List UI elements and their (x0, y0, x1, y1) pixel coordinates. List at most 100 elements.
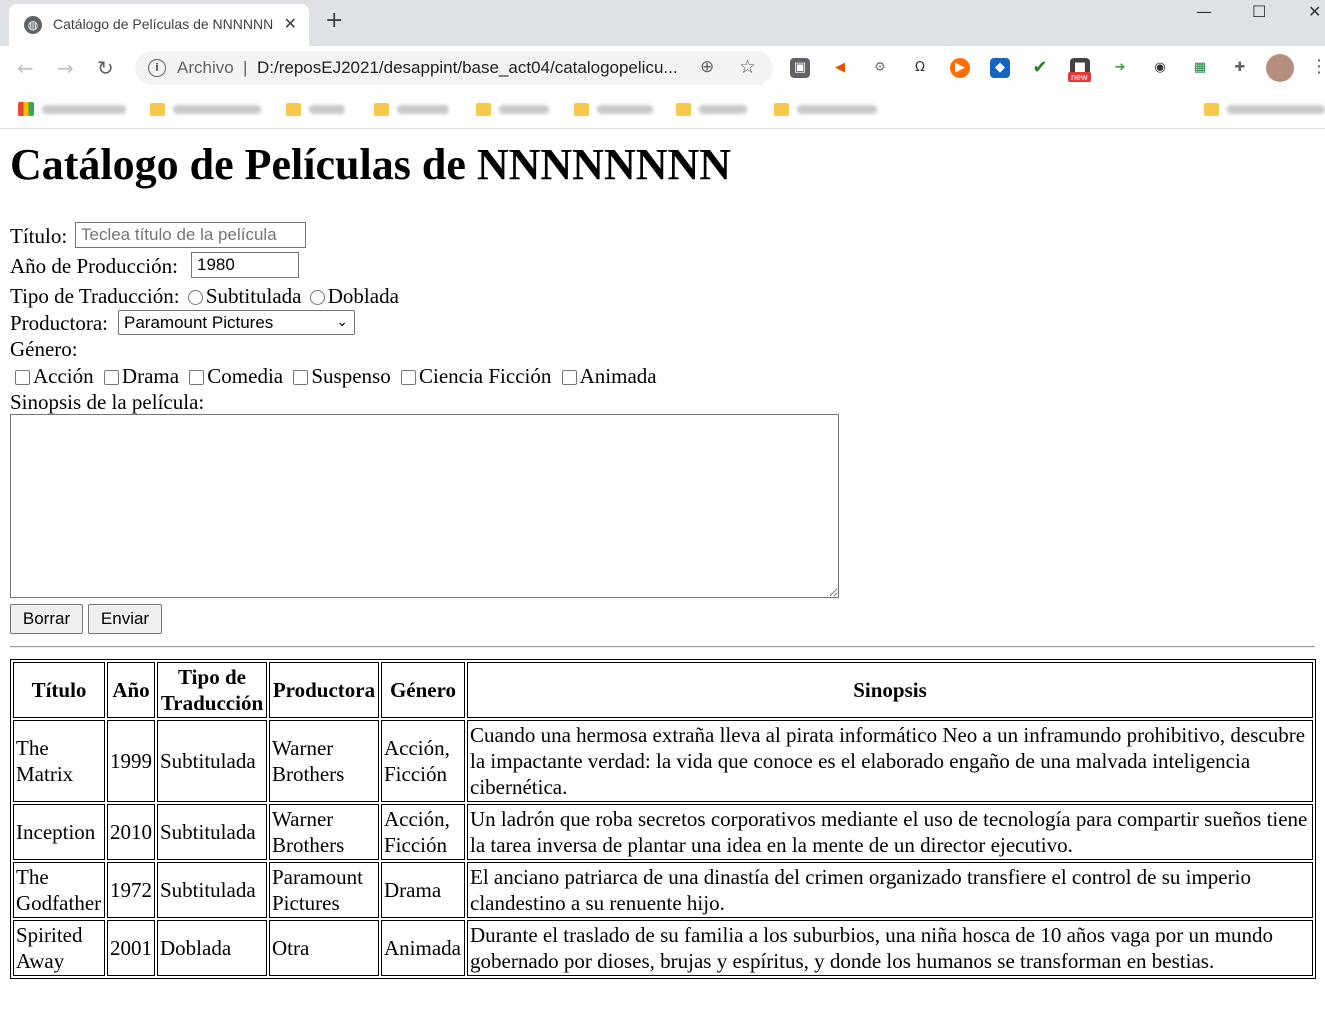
subtitulada-radio[interactable] (187, 289, 203, 305)
new-tab-button[interactable]: + (325, 8, 343, 33)
tipo-row: Tipo de Traducción: Subtitulada Doblada (10, 284, 399, 308)
anio-input[interactable] (191, 252, 299, 278)
bookmark-folder[interactable] (374, 100, 449, 118)
bookmark-folder[interactable] (1204, 100, 1325, 118)
cell-tipo: Subtitulada (157, 720, 267, 802)
zoom-icon[interactable]: ⊕ (700, 57, 714, 77)
extensions-puzzle-icon[interactable]: ✚ (1230, 58, 1250, 78)
extension-megaphone-icon[interactable]: ◀ (830, 58, 850, 78)
header-productora: Productora (269, 662, 379, 718)
folder-icon (286, 102, 301, 116)
sinopsis-textarea[interactable] (10, 414, 839, 598)
movies-table: Título Año Tipo de Traducción Productora… (10, 659, 1316, 979)
folder-icon (476, 102, 491, 116)
info-icon[interactable]: i (148, 59, 166, 77)
header-tipo: Tipo de Traducción (157, 662, 267, 718)
borrar-button[interactable]: Borrar (10, 604, 83, 634)
cell-anio: 1999 (107, 720, 155, 802)
cell-titulo: Inception (13, 804, 105, 860)
animada-checkbox[interactable] (561, 369, 577, 385)
comedia-checkbox[interactable] (189, 369, 205, 385)
extension-icon[interactable]: ▣ (790, 58, 810, 78)
table-header-row: Título Año Tipo de Traducción Productora… (13, 662, 1313, 718)
bookmark-folder[interactable] (150, 100, 261, 118)
cell-productora: Warner Brothers (269, 720, 379, 802)
header-genero: Género (381, 662, 465, 718)
extension-omega-icon[interactable]: Ω (910, 58, 930, 78)
cell-sinopsis: Cuando una hermosa extraña lleva al pira… (467, 720, 1313, 802)
cell-genero: Acción, Ficción (381, 804, 465, 860)
productora-select[interactable]: Paramount Pictures ⌄ (118, 310, 355, 335)
bookmark-folder[interactable] (774, 100, 877, 118)
cell-tipo: Subtitulada (157, 804, 267, 860)
url-text[interactable]: D:/reposEJ2021/desappint/base_act04/cata… (257, 58, 678, 78)
bookmark-folder[interactable] (574, 100, 653, 118)
bookmarks-bar (0, 90, 1325, 129)
cell-sinopsis: El anciano patriarca de una dinastía del… (467, 862, 1313, 918)
extension-play-icon[interactable]: ▶ (950, 58, 970, 78)
cell-tipo: Doblada (157, 920, 267, 976)
extension-arrow-icon[interactable]: ➜ (1110, 58, 1130, 78)
scheme-label: Archivo (177, 58, 234, 77)
bookmark-star-icon[interactable]: ☆ (739, 56, 756, 78)
table-row: The Matrix 1999 Subtitulada Warner Broth… (13, 720, 1313, 802)
address-bar[interactable]: i Archivo | D:/reposEJ2021/desappint/bas… (135, 51, 773, 85)
ciencia-ficcion-label: Ciencia Ficción (418, 364, 552, 388)
productora-label: Productora: (10, 311, 108, 335)
extension-gear-icon[interactable]: ⚙ (870, 58, 890, 78)
cell-genero: Acción, Ficción (381, 720, 465, 802)
more-menu-icon[interactable]: ⋮ (1310, 56, 1325, 77)
cell-sinopsis: Un ladrón que roba secretos corporativos… (467, 804, 1313, 860)
sinopsis-label: Sinopsis de la película: (10, 390, 205, 414)
cell-productora: Paramount Pictures (269, 862, 379, 918)
back-arrow-icon[interactable]: ← (17, 56, 34, 80)
enviar-button[interactable]: Enviar (88, 604, 162, 634)
bookmark-folder[interactable] (286, 100, 345, 118)
animada-label: Animada (579, 364, 657, 388)
table-row: Spirited Away 2001 Doblada Otra Animada … (13, 920, 1313, 976)
divider (10, 646, 1315, 648)
extension-shield-icon[interactable]: ◆ (990, 58, 1010, 78)
table-row: Inception 2010 Subtitulada Warner Brothe… (13, 804, 1313, 860)
reload-icon[interactable]: ↻ (97, 56, 114, 80)
cell-titulo: The Matrix (13, 720, 105, 802)
bookmark-apps[interactable] (18, 100, 126, 118)
suspenso-checkbox[interactable] (293, 369, 309, 385)
cell-genero: Drama (381, 862, 465, 918)
bookmark-folder[interactable] (476, 100, 549, 118)
extension-sheets-icon[interactable]: ▦ (1190, 58, 1210, 78)
profile-avatar[interactable] (1266, 54, 1294, 82)
titulo-label: Título: (10, 224, 68, 248)
accion-checkbox[interactable] (15, 369, 30, 385)
tab-bar: ◍ Catálogo de Películas de NNNNNNNNN ✕ +… (0, 0, 1325, 46)
maximize-button[interactable]: ☐ (1252, 2, 1266, 21)
drama-checkbox[interactable] (103, 369, 119, 385)
anio-label: Año de Producción: (10, 254, 178, 278)
folder-icon (1204, 102, 1219, 116)
doblada-radio[interactable] (309, 289, 325, 305)
extension-check-icon[interactable]: ✔ (1030, 58, 1050, 78)
bookmark-folder[interactable] (676, 100, 747, 118)
minimize-button[interactable]: — (1196, 2, 1212, 21)
drama-label: Drama (121, 364, 180, 388)
tipo-label: Tipo de Traducción: (10, 284, 180, 308)
forward-arrow-icon[interactable]: → (57, 56, 74, 80)
folder-icon (774, 102, 789, 116)
close-window-button[interactable]: ✕ (1308, 2, 1321, 21)
comedia-label: Comedia (207, 364, 284, 388)
table-row: The Godfather 1972 Subtitulada Paramount… (13, 862, 1313, 918)
folder-icon (150, 102, 165, 116)
globe-icon: ◍ (24, 16, 42, 34)
browser-toolbar: ← → ↻ i Archivo | D:/reposEJ2021/desappi… (0, 46, 1325, 90)
cell-sinopsis: Durante el traslado de su familia a los … (467, 920, 1313, 976)
browser-tab[interactable]: ◍ Catálogo de Películas de NNNNNNNNN ✕ (9, 4, 309, 46)
folder-icon (574, 102, 589, 116)
cell-genero: Animada (381, 920, 465, 976)
header-anio: Año (107, 662, 155, 718)
extension-timer-icon[interactable]: ◉ (1150, 58, 1170, 78)
folder-icon (676, 102, 691, 116)
ciencia-ficcion-checkbox[interactable] (400, 369, 416, 385)
cell-productora: Warner Brothers (269, 804, 379, 860)
close-tab-icon[interactable]: ✕ (284, 14, 297, 33)
titulo-input[interactable] (75, 222, 306, 248)
